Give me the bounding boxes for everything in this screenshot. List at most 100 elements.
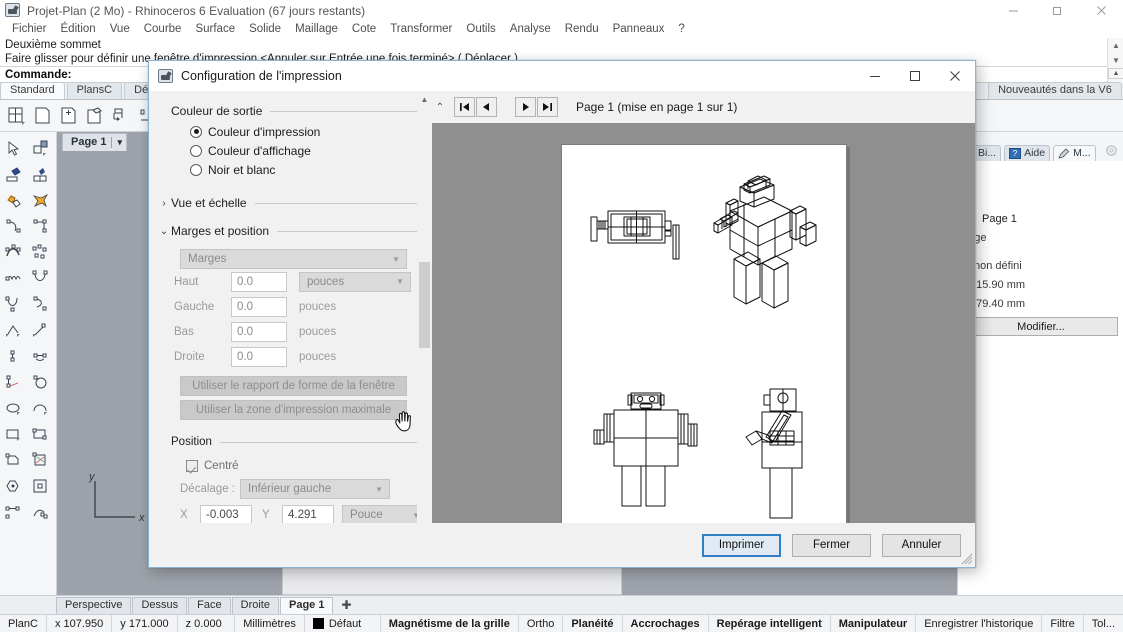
print-icon[interactable] [108,103,132,129]
new-file-icon[interactable] [4,103,28,129]
join-icon[interactable] [27,187,54,213]
control-points-curve-icon[interactable] [27,239,54,265]
circle-icon[interactable] [27,369,54,395]
menu-item-vue[interactable]: Vue [103,21,137,38]
curve-chain-icon[interactable] [0,499,27,525]
position-y-input[interactable]: 4.291 [282,505,334,525]
status-toggle-ortho[interactable]: Ortho [519,615,564,632]
page-name-field[interactable]: Page 1 [978,210,1098,227]
nav-first-page-button[interactable] [454,97,475,117]
margin-right-input[interactable]: 0.0 [231,346,287,367]
menu-item-outils[interactable]: Outils [459,21,502,38]
collapse-chevron-icon[interactable]: ⌃ [432,102,448,113]
cancel-button[interactable]: Annuler [882,533,961,557]
spiral-icon[interactable] [0,265,27,291]
polygon-edit-icon[interactable] [0,447,27,473]
menu-item-cote[interactable]: Cote [345,21,383,38]
hexagon-icon[interactable] [0,473,27,499]
add-viewport-tab-icon[interactable]: ✚ [334,598,358,612]
viewport-tab-face[interactable]: Face [188,596,231,614]
radio-print-color[interactable] [190,125,202,138]
preview-canvas[interactable] [432,123,975,567]
arc-center-icon[interactable] [0,291,27,317]
rectangle-corner-icon[interactable] [27,213,54,239]
radio-black-white[interactable] [190,163,202,176]
dialog-close-icon[interactable] [935,61,975,91]
save-file-icon[interactable] [82,103,106,129]
command-spin-up-icon[interactable]: ▲ [1108,68,1123,79]
nav-last-page-button[interactable] [537,97,558,117]
menu-item-maillage[interactable]: Maillage [288,21,345,38]
offset-combo[interactable]: Inférieur gauche ▼ [240,479,390,499]
toolbar-tab-plansc[interactable]: PlansC [66,82,123,99]
point-cloud-icon[interactable] [27,343,54,369]
dialog-maximize-icon[interactable] [895,61,935,91]
surface-from-curves-icon[interactable] [27,447,54,473]
menu-item-rendu[interactable]: Rendu [558,21,606,38]
blank-page-icon[interactable] [30,103,54,129]
chevron-down-icon[interactable]: ▾ [117,136,122,149]
erase-icon[interactable] [0,161,27,187]
viewport-tab-page-1[interactable]: Page 1 [279,596,334,614]
modify-button[interactable]: Modifier... [964,317,1118,336]
arrow-select-icon[interactable] [0,135,27,161]
point-icon[interactable] [0,343,27,369]
polyline-icon[interactable] [0,213,27,239]
menu-item-help[interactable]: ? [671,21,691,38]
menu-item-transformer[interactable]: Transformer [383,21,459,38]
radio-display-color[interactable] [190,144,202,157]
status-toggle-gumball[interactable]: Manipulateur [831,615,917,632]
free-curve-icon[interactable] [27,291,54,317]
status-toggle-tolerance[interactable]: Tol... [1084,615,1123,632]
menu-item-analyse[interactable]: Analyse [503,21,558,38]
status-layer[interactable]: Défaut [305,615,381,632]
scroll-down-icon[interactable]: ▼ [1108,53,1123,68]
erase-point-icon[interactable] [27,161,54,187]
toolbar-tab-standard[interactable]: Standard [0,82,65,99]
menu-item-fichier[interactable]: Fichier [5,21,54,38]
open-file-icon[interactable] [56,103,80,129]
group-margins-position[interactable]: ⌄ Marges et position [157,220,418,242]
dialog-resize-grip[interactable] [961,553,973,565]
minimize-icon[interactable] [991,0,1035,21]
radio-row-black-white[interactable]: Noir et blanc [149,160,432,179]
status-toggle-grid-snap[interactable]: Magnétisme de la grille [381,615,519,632]
arc-icon[interactable] [27,265,54,291]
radio-row-print-color[interactable]: Couleur d'impression [149,122,432,141]
rect-3pt-icon[interactable] [27,421,54,447]
polyline-segment-icon[interactable] [0,317,27,343]
select-object-icon[interactable] [27,135,54,161]
centered-checkbox-row[interactable]: Centré [149,456,432,476]
menu-item-courbe[interactable]: Courbe [137,21,189,38]
viewport-tab-droite[interactable]: Droite [231,596,279,614]
status-units[interactable]: Millimètres [235,615,305,632]
scroll-up-icon[interactable]: ▲ [1108,38,1123,53]
margins-preset-combo[interactable]: Marges ▼ [180,249,407,269]
print-button[interactable]: Imprimer [702,533,781,557]
status-toggle-record-history[interactable]: Enregistrer l'historique [916,615,1043,632]
nav-next-page-button[interactable] [515,97,536,117]
group-view-scale[interactable]: › Vue et échelle [157,192,418,214]
position-unit-combo[interactable]: Pouce ▼ [342,505,427,525]
scrollbar-track[interactable] [417,107,432,551]
status-toggle-smarttrack[interactable]: Repérage intelligent [709,615,831,632]
close-icon[interactable] [1079,0,1123,21]
curve-points-icon[interactable] [0,239,27,265]
menu-item-solide[interactable]: Solide [242,21,288,38]
use-max-print-area-button[interactable]: Utiliser la zone d'impression maximale [180,400,407,420]
margin-left-input[interactable]: 0.0 [231,296,287,317]
status-toggle-osnap[interactable]: Accrochages [623,615,709,632]
menu-item-panneaux[interactable]: Panneaux [606,21,672,38]
menu-item-surface[interactable]: Surface [188,21,242,38]
ellipse-icon[interactable] [0,395,27,421]
blend-curve-icon[interactable] [27,499,54,525]
use-window-aspect-button[interactable]: Utiliser le rapport de forme de la fenêt… [180,376,407,396]
divide-curve-icon[interactable] [0,369,27,395]
line-icon[interactable] [27,317,54,343]
toolbar-tab-nouveautes-v6[interactable]: Nouveautés dans la V6 [988,82,1122,99]
rect-icon[interactable] [0,421,27,447]
status-toggle-planar[interactable]: Planéité [563,615,623,632]
status-cplane[interactable]: PlanC [0,615,47,632]
viewport-tab-perspective[interactable]: Perspective [56,596,132,614]
square-center-icon[interactable] [27,473,54,499]
